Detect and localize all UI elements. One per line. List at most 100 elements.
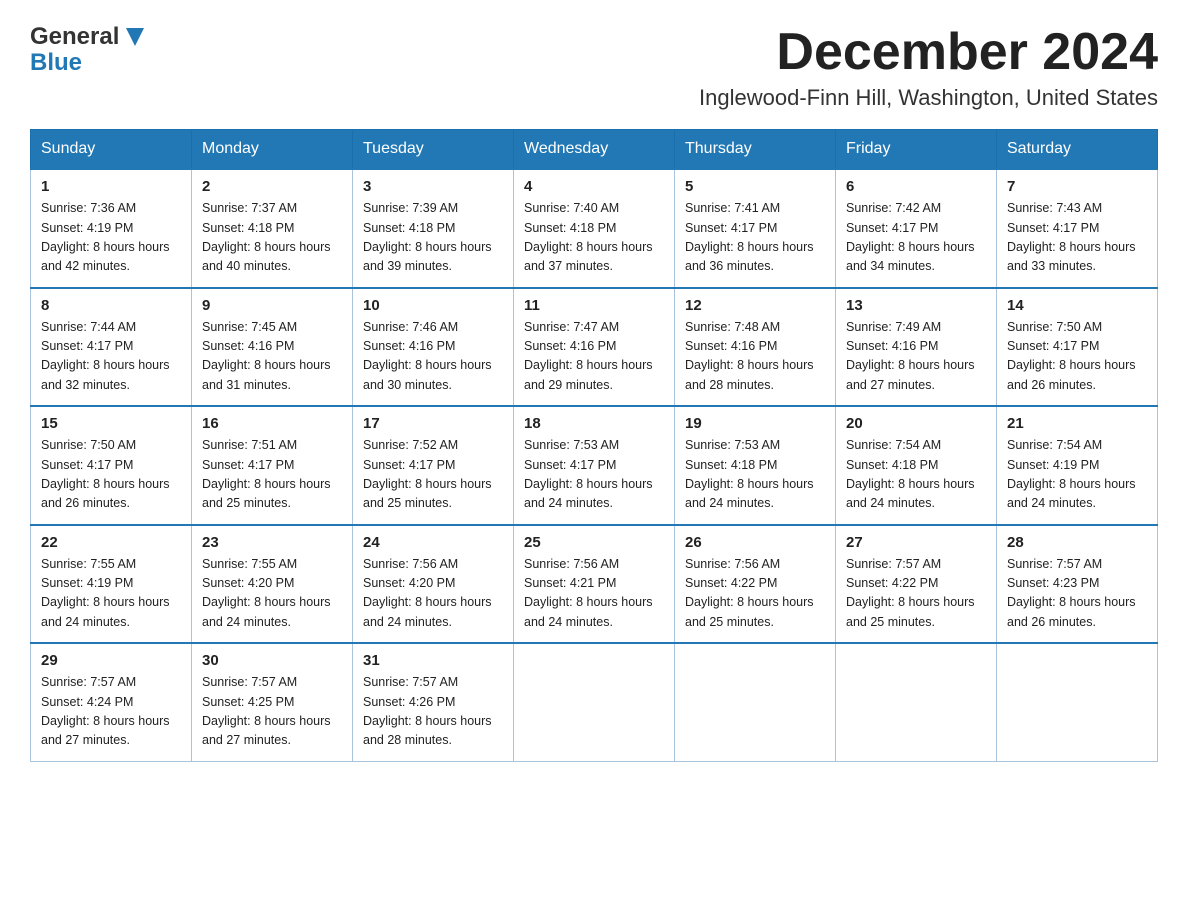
day-info: Sunrise: 7:53 AMSunset: 4:17 PMDaylight:… <box>524 436 664 514</box>
day-info: Sunrise: 7:40 AMSunset: 4:18 PMDaylight:… <box>524 199 664 277</box>
calendar-cell: 29 Sunrise: 7:57 AMSunset: 4:24 PMDayligh… <box>31 643 192 761</box>
calendar-cell: 8 Sunrise: 7:44 AMSunset: 4:17 PMDaylight… <box>31 288 192 407</box>
day-number: 6 <box>846 178 986 195</box>
calendar-cell: 6Sunrise: 7:42 AMSunset: 4:17 PMDaylight… <box>836 169 997 288</box>
calendar-week-row: 29 Sunrise: 7:57 AMSunset: 4:24 PMDayligh… <box>31 643 1158 761</box>
day-info: Sunrise: 7:48 AMSunset: 4:16 PMDaylight:… <box>685 318 825 396</box>
day-number: 29 <box>41 652 181 669</box>
weekday-header-row: SundayMondayTuesdayWednesdayThursdayFrid… <box>31 130 1158 170</box>
day-number: 28 <box>1007 534 1147 551</box>
logo-general-text: General <box>30 24 119 50</box>
day-number: 27 <box>846 534 986 551</box>
day-info: Sunrise: 7:56 AMSunset: 4:20 PMDaylight:… <box>363 555 503 633</box>
weekday-header-monday: Monday <box>192 130 353 170</box>
day-info: Sunrise: 7:57 AMSunset: 4:22 PMDaylight:… <box>846 555 986 633</box>
day-info: Sunrise: 7:52 AMSunset: 4:17 PMDaylight:… <box>363 436 503 514</box>
day-info: Sunrise: 7:55 AMSunset: 4:20 PMDaylight:… <box>202 555 342 633</box>
logo-blue-text: Blue <box>30 49 82 76</box>
day-info: Sunrise: 7:49 AMSunset: 4:16 PMDaylight:… <box>846 318 986 396</box>
calendar-cell: 14Sunrise: 7:50 AMSunset: 4:17 PMDayligh… <box>997 288 1158 407</box>
calendar-cell: 30 Sunrise: 7:57 AMSunset: 4:25 PMDayligh… <box>192 643 353 761</box>
day-number: 1 <box>41 178 181 195</box>
weekday-header-thursday: Thursday <box>675 130 836 170</box>
day-info: Sunrise: 7:43 AMSunset: 4:17 PMDaylight:… <box>1007 199 1147 277</box>
calendar-cell: 7 Sunrise: 7:43 AMSunset: 4:17 PMDaylight… <box>997 169 1158 288</box>
day-number: 23 <box>202 534 342 551</box>
day-info: Sunrise: 7:50 AMSunset: 4:17 PMDaylight:… <box>1007 318 1147 396</box>
calendar-cell: 3Sunrise: 7:39 AMSunset: 4:18 PMDaylight… <box>353 169 514 288</box>
title-area: December 2024 Inglewood-Finn Hill, Washi… <box>699 24 1158 111</box>
page-header: General Blue December 2024 Inglewood-Fin… <box>30 24 1158 111</box>
calendar-cell: 4 Sunrise: 7:40 AMSunset: 4:18 PMDaylight… <box>514 169 675 288</box>
calendar-cell: 18Sunrise: 7:53 AMSunset: 4:17 PMDayligh… <box>514 406 675 525</box>
calendar-cell <box>675 643 836 761</box>
day-info: Sunrise: 7:46 AMSunset: 4:16 PMDaylight:… <box>363 318 503 396</box>
day-info: Sunrise: 7:57 AMSunset: 4:23 PMDaylight:… <box>1007 555 1147 633</box>
logo: General Blue <box>30 24 148 77</box>
day-number: 11 <box>524 297 664 314</box>
calendar-week-row: 1 Sunrise: 7:36 AMSunset: 4:19 PMDaylight… <box>31 169 1158 288</box>
day-number: 25 <box>524 534 664 551</box>
calendar-cell: 10 Sunrise: 7:46 AMSunset: 4:16 PMDayligh… <box>353 288 514 407</box>
day-number: 12 <box>685 297 825 314</box>
day-info: Sunrise: 7:56 AMSunset: 4:21 PMDaylight:… <box>524 555 664 633</box>
day-info: Sunrise: 7:57 AMSunset: 4:25 PMDaylight:… <box>202 673 342 751</box>
logo-triangle-icon <box>122 24 148 52</box>
calendar-cell: 22 Sunrise: 7:55 AMSunset: 4:19 PMDayligh… <box>31 525 192 644</box>
weekday-header-sunday: Sunday <box>31 130 192 170</box>
day-number: 2 <box>202 178 342 195</box>
calendar-cell: 12 Sunrise: 7:48 AMSunset: 4:16 PMDayligh… <box>675 288 836 407</box>
calendar-cell: 21Sunrise: 7:54 AMSunset: 4:19 PMDayligh… <box>997 406 1158 525</box>
calendar-cell: 28 Sunrise: 7:57 AMSunset: 4:23 PMDayligh… <box>997 525 1158 644</box>
day-info: Sunrise: 7:45 AMSunset: 4:16 PMDaylight:… <box>202 318 342 396</box>
day-number: 8 <box>41 297 181 314</box>
day-info: Sunrise: 7:36 AMSunset: 4:19 PMDaylight:… <box>41 199 181 277</box>
day-number: 5 <box>685 178 825 195</box>
day-number: 20 <box>846 415 986 432</box>
day-info: Sunrise: 7:54 AMSunset: 4:19 PMDaylight:… <box>1007 436 1147 514</box>
day-info: Sunrise: 7:44 AMSunset: 4:17 PMDaylight:… <box>41 318 181 396</box>
day-info: Sunrise: 7:37 AMSunset: 4:18 PMDaylight:… <box>202 199 342 277</box>
day-number: 7 <box>1007 178 1147 195</box>
day-number: 31 <box>363 652 503 669</box>
day-number: 4 <box>524 178 664 195</box>
day-number: 30 <box>202 652 342 669</box>
day-number: 15 <box>41 415 181 432</box>
calendar-cell: 26Sunrise: 7:56 AMSunset: 4:22 PMDayligh… <box>675 525 836 644</box>
day-number: 10 <box>363 297 503 314</box>
calendar-cell: 24 Sunrise: 7:56 AMSunset: 4:20 PMDayligh… <box>353 525 514 644</box>
day-number: 19 <box>685 415 825 432</box>
calendar-cell: 1 Sunrise: 7:36 AMSunset: 4:19 PMDaylight… <box>31 169 192 288</box>
day-info: Sunrise: 7:47 AMSunset: 4:16 PMDaylight:… <box>524 318 664 396</box>
calendar-cell: 17 Sunrise: 7:52 AMSunset: 4:17 PMDayligh… <box>353 406 514 525</box>
calendar-cell: 31 Sunrise: 7:57 AMSunset: 4:26 PMDayligh… <box>353 643 514 761</box>
day-info: Sunrise: 7:55 AMSunset: 4:19 PMDaylight:… <box>41 555 181 633</box>
day-info: Sunrise: 7:53 AMSunset: 4:18 PMDaylight:… <box>685 436 825 514</box>
day-info: Sunrise: 7:57 AMSunset: 4:26 PMDaylight:… <box>363 673 503 751</box>
calendar-cell: 27 Sunrise: 7:57 AMSunset: 4:22 PMDayligh… <box>836 525 997 644</box>
calendar-cell: 23 Sunrise: 7:55 AMSunset: 4:20 PMDayligh… <box>192 525 353 644</box>
calendar-table: SundayMondayTuesdayWednesdayThursdayFrid… <box>30 129 1158 762</box>
weekday-header-tuesday: Tuesday <box>353 130 514 170</box>
day-number: 17 <box>363 415 503 432</box>
calendar-week-row: 15Sunrise: 7:50 AMSunset: 4:17 PMDayligh… <box>31 406 1158 525</box>
day-info: Sunrise: 7:39 AMSunset: 4:18 PMDaylight:… <box>363 199 503 277</box>
calendar-cell: 2 Sunrise: 7:37 AMSunset: 4:18 PMDaylight… <box>192 169 353 288</box>
calendar-week-row: 8 Sunrise: 7:44 AMSunset: 4:17 PMDaylight… <box>31 288 1158 407</box>
calendar-cell: 20Sunrise: 7:54 AMSunset: 4:18 PMDayligh… <box>836 406 997 525</box>
day-info: Sunrise: 7:57 AMSunset: 4:24 PMDaylight:… <box>41 673 181 751</box>
logo-row: General <box>30 24 148 50</box>
day-number: 9 <box>202 297 342 314</box>
calendar-cell <box>514 643 675 761</box>
month-title: December 2024 <box>699 24 1158 81</box>
calendar-cell: 19 Sunrise: 7:53 AMSunset: 4:18 PMDayligh… <box>675 406 836 525</box>
location-title: Inglewood-Finn Hill, Washington, United … <box>699 85 1158 111</box>
day-number: 26 <box>685 534 825 551</box>
calendar-cell <box>836 643 997 761</box>
day-number: 24 <box>363 534 503 551</box>
day-number: 22 <box>41 534 181 551</box>
calendar-cell: 16Sunrise: 7:51 AMSunset: 4:17 PMDayligh… <box>192 406 353 525</box>
day-number: 13 <box>846 297 986 314</box>
day-info: Sunrise: 7:51 AMSunset: 4:17 PMDaylight:… <box>202 436 342 514</box>
calendar-cell: 5Sunrise: 7:41 AMSunset: 4:17 PMDaylight… <box>675 169 836 288</box>
